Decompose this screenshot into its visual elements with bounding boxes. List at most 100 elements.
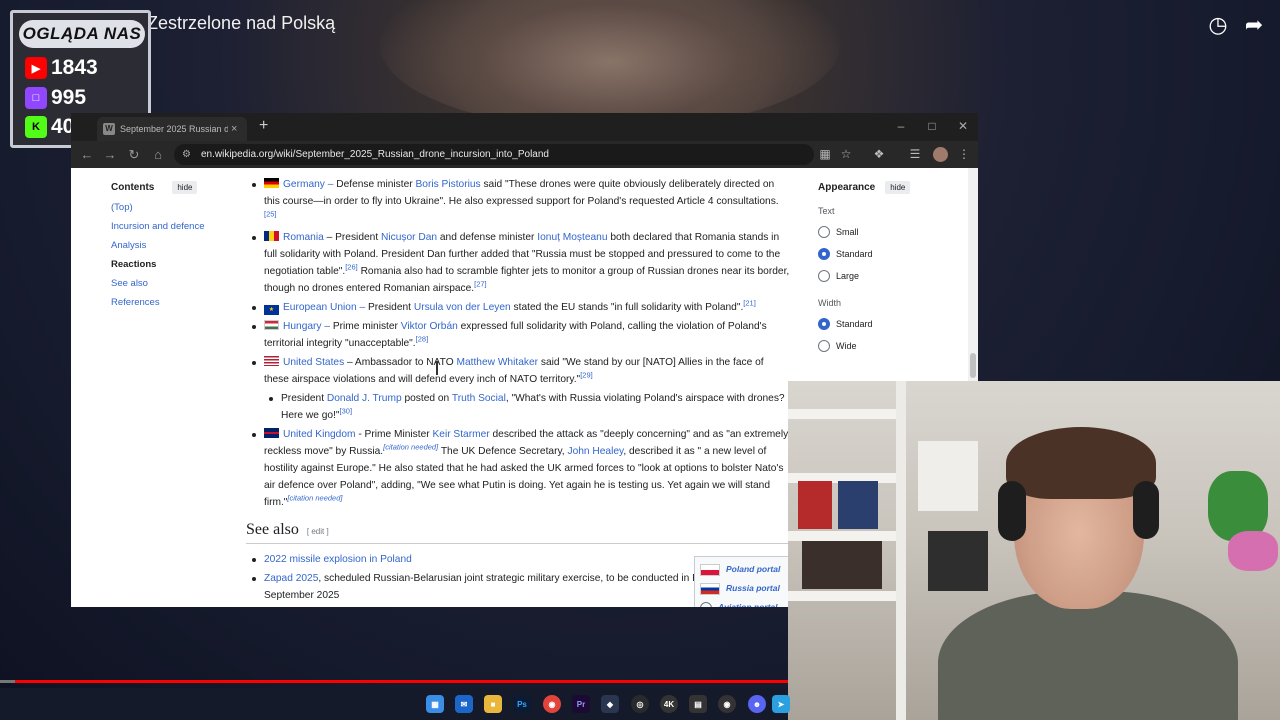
link-mosteanu[interactable]: Ionuț Moșteanu — [537, 232, 607, 243]
reload-icon[interactable]: ↻ — [126, 147, 142, 163]
profile-avatar[interactable] — [933, 147, 948, 162]
link-eu[interactable]: European Union – — [283, 302, 365, 313]
ref-link[interactable]: [27] — [474, 280, 487, 289]
link-2022-missile[interactable]: 2022 missile explosion in Poland — [264, 554, 412, 565]
edit-link[interactable]: [ edit ] — [307, 523, 329, 540]
browser-tab[interactable]: W September 2025 Russian drone × — [97, 117, 247, 141]
youtube-count: 1843 — [51, 56, 98, 79]
link-starmer[interactable]: Keir Starmer — [432, 429, 489, 440]
link-hungary[interactable]: Hungary – — [283, 321, 330, 332]
ref-link[interactable]: [28] — [416, 335, 429, 344]
text: and defense minister — [437, 232, 538, 243]
width-wide-radio[interactable]: Wide — [818, 340, 938, 352]
width-standard-radio[interactable]: Standard — [818, 318, 938, 330]
us-flag-icon — [264, 356, 279, 366]
russia-flag-icon — [700, 582, 720, 595]
video-progress-bar[interactable] — [15, 680, 788, 683]
share-icon[interactable]: ➦ — [1241, 12, 1267, 38]
link-pistorius[interactable]: Boris Pistorius — [416, 179, 481, 190]
aviation-portal-link[interactable]: Aviation portal — [700, 598, 793, 607]
toc-item-reactions[interactable]: Reactions — [111, 259, 231, 270]
media-icon[interactable]: ☰ — [907, 147, 923, 161]
ref-link[interactable]: [21] — [743, 299, 756, 308]
mail-icon[interactable]: ✉ — [455, 695, 473, 713]
toc-item-see-also[interactable]: See also — [111, 278, 231, 289]
toc-item-incursion[interactable]: Incursion and defence — [111, 221, 231, 232]
aviation-icon — [700, 601, 712, 607]
text-cursor-icon — [436, 361, 438, 375]
minimize-icon[interactable]: – — [891, 119, 911, 133]
ref-link[interactable]: [25] — [264, 210, 277, 219]
shelf-side — [896, 381, 906, 720]
link-united-states[interactable]: United States — [283, 357, 344, 368]
list-item: United Kingdom - Prime Minister Keir Sta… — [246, 426, 791, 511]
4k-app-icon[interactable]: 4K — [660, 695, 678, 713]
bookmark-star-icon[interactable]: ☆ — [838, 147, 854, 161]
toc-item-references[interactable]: References — [111, 297, 231, 308]
menu-icon[interactable]: ⋮ — [956, 147, 972, 161]
app-icon[interactable]: ▤ — [689, 695, 707, 713]
video-progress-elapsed-start[interactable] — [0, 680, 15, 683]
file-explorer-icon[interactable]: ■ — [484, 695, 502, 713]
link-whitaker[interactable]: Matthew Whitaker — [456, 357, 538, 368]
premiere-icon[interactable]: Pr — [572, 695, 590, 713]
ref-link[interactable]: [29] — [580, 371, 593, 380]
ref-link[interactable]: [30] — [340, 407, 353, 416]
url-field[interactable]: ⚙ en.wikipedia.org/wiki/September_2025_R… — [174, 144, 814, 165]
twitch-count-row: □ 995 — [25, 85, 86, 111]
link-germany[interactable]: Germany – — [283, 179, 333, 190]
text-size-large-radio[interactable]: Large — [818, 270, 938, 282]
portal-box: Poland portal Russia portal Aviation por… — [694, 556, 799, 607]
link-romania[interactable]: Romania — [283, 232, 324, 243]
close-window-icon[interactable]: ✕ — [953, 119, 973, 133]
radio-label: Small — [836, 227, 859, 237]
back-icon[interactable]: ← — [79, 147, 95, 162]
link-truth-social[interactable]: Truth Social — [452, 393, 506, 404]
app-icon[interactable]: ◉ — [718, 695, 736, 713]
link-zapad-2025[interactable]: Zapad 2025 — [264, 573, 318, 584]
appearance-hide-button[interactable]: hide — [885, 181, 911, 194]
close-tab-icon[interactable]: × — [231, 123, 237, 135]
reactions-list: Germany – Defense minister Boris Pistori… — [246, 176, 791, 511]
link-orban[interactable]: Viktor Orbán — [401, 321, 458, 332]
link-healey[interactable]: John Healey — [567, 446, 623, 457]
radio-icon — [818, 270, 830, 282]
home-icon[interactable]: ⌂ — [150, 147, 166, 162]
text: President — [365, 302, 414, 313]
link-nicusor-dan[interactable]: Nicușor Dan — [381, 232, 437, 243]
link-von-der-leyen[interactable]: Ursula von der Leyen — [414, 302, 511, 313]
ref-link[interactable]: [26] — [345, 263, 358, 272]
extensions-icon[interactable]: ❖ — [871, 147, 887, 161]
scrollbar-thumb[interactable] — [970, 353, 976, 378]
radio-icon — [818, 226, 830, 238]
toc-hide-button[interactable]: hide — [172, 181, 198, 194]
app-icon[interactable]: ◆ — [601, 695, 619, 713]
obs-icon[interactable]: ◎ — [631, 695, 649, 713]
telegram-icon[interactable]: ➤ — [772, 695, 790, 713]
toc-item-analysis[interactable]: Analysis — [111, 240, 231, 251]
citation-needed-link[interactable]: [citation needed] — [383, 443, 438, 452]
translate-icon[interactable]: ▦ — [817, 147, 833, 161]
shelf-item — [798, 481, 832, 529]
site-info-icon[interactable]: ⚙ — [182, 149, 191, 160]
discord-icon[interactable]: ☻ — [748, 695, 766, 713]
poland-portal-link[interactable]: Poland portal — [700, 560, 793, 579]
text-size-standard-radio[interactable]: Standard — [818, 248, 938, 260]
link-united-kingdom[interactable]: United Kingdom — [283, 429, 356, 440]
shelf-item — [838, 481, 878, 529]
text-size-small-radio[interactable]: Small — [818, 226, 938, 238]
toc-item-top[interactable]: (Top) — [111, 202, 231, 213]
russia-portal-link[interactable]: Russia portal — [700, 579, 793, 598]
chrome-icon[interactable]: ◉ — [543, 695, 561, 713]
text: posted on — [401, 393, 452, 404]
counter-header: OGLĄDA NAS — [19, 20, 145, 48]
link-trump[interactable]: Donald J. Trump — [327, 393, 402, 404]
citation-needed-link[interactable]: [citation needed] — [287, 494, 342, 503]
windows-start-icon[interactable]: ▦ — [426, 695, 444, 713]
photoshop-icon[interactable]: Ps — [513, 695, 531, 713]
forward-icon[interactable]: → — [102, 147, 118, 162]
portal-label: Aviation portal — [718, 602, 778, 607]
clock-icon[interactable]: ◷ — [1205, 12, 1231, 38]
maximize-icon[interactable]: □ — [922, 119, 942, 133]
new-tab-button[interactable]: + — [259, 117, 268, 135]
